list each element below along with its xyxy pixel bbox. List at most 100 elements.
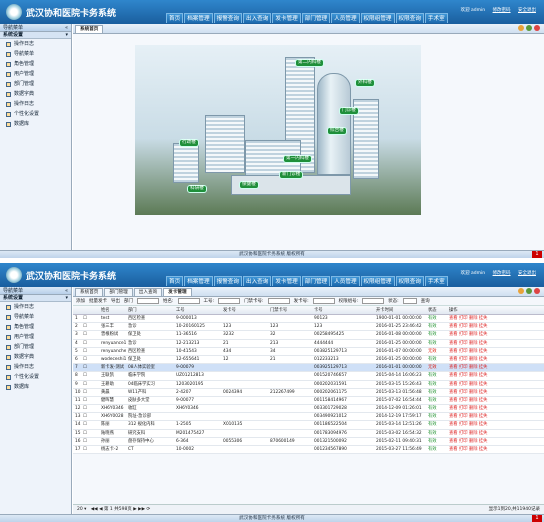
row-checkbox[interactable]: ☐ — [81, 438, 99, 445]
logout-link[interactable]: 安全退出 — [518, 8, 536, 13]
sidebar-item[interactable]: 部门管理 — [0, 342, 71, 352]
nav-archive[interactable]: 档案管理 — [184, 276, 213, 286]
row-actions[interactable]: 查看 打印 删除 挂失 — [447, 323, 492, 330]
row-checkbox[interactable]: ☐ — [81, 405, 99, 412]
batch-issue-button[interactable]: 批量发卡 — [89, 298, 107, 304]
row-checkbox[interactable]: ☐ — [81, 389, 99, 396]
row-actions[interactable]: 查看 打印 删除 挂失 — [447, 430, 492, 437]
nav-surgery[interactable]: 手术室 — [424, 276, 448, 286]
table-row[interactable]: 2 ☐ 张三丰 急诊 10-20160125 123 123 123 2016-01-25 23… — [73, 323, 544, 332]
table-row[interactable]: 4 ☐ renyuance1 急诊 12-213213 21 213 4444444 2016-… — [73, 340, 544, 348]
name-input[interactable] — [177, 298, 200, 304]
tab-home[interactable]: 系统首页 — [75, 25, 104, 33]
row-actions[interactable]: 查看 打印 删除 挂失 — [447, 389, 492, 396]
sidebar-section[interactable]: 系统设置 ▾ — [0, 295, 71, 302]
refresh-icon[interactable] — [526, 25, 532, 31]
id-input[interactable] — [218, 298, 241, 304]
export-button[interactable]: 导出 — [111, 298, 120, 304]
dept-filter-input[interactable] — [137, 298, 159, 304]
row-checkbox[interactable]: ☐ — [81, 348, 99, 355]
table-row[interactable]: 5☐renyuancheshi西区检查 10-41543 434 34 00382512… — [73, 348, 544, 356]
row-checkbox[interactable]: ☐ — [81, 430, 99, 437]
row-actions[interactable]: 查看 打印 删除 挂失 — [447, 372, 492, 379]
page-input[interactable]: 1 — [110, 507, 113, 512]
nav-permgroup[interactable]: 权限组管理 — [360, 276, 395, 286]
change-password-link[interactable]: 修改密码 — [493, 8, 511, 13]
row-actions[interactable]: 查看 打印 删除 挂失 — [447, 356, 492, 363]
row-actions[interactable]: 查看 打印 删除 挂失 — [447, 364, 492, 371]
row-checkbox[interactable]: ☐ — [81, 315, 99, 322]
sidebar-item[interactable]: 数据字典 — [0, 352, 71, 362]
collapse-icon[interactable]: « — [65, 287, 68, 295]
nav-card[interactable]: 发卡管理 — [272, 276, 301, 286]
sidebar-item[interactable]: 角色管理 — [0, 322, 71, 332]
table-row[interactable]: 7 ☐ 新卡发-测试 08人体实验室 9-00079 003925129713 2016-0… — [73, 364, 544, 373]
row-checkbox[interactable]: ☐ — [81, 364, 99, 371]
sidebar-item[interactable]: 用户管理 — [0, 332, 71, 342]
chevron-icon[interactable]: ▾ — [65, 32, 68, 39]
chevron-icon[interactable]: ▾ — [65, 295, 68, 302]
nav-dept[interactable]: 部门管理 — [301, 276, 331, 286]
table-row[interactable]: 16 ☐ 孙丽 盘存保持中心 6-364 0055306 870600149 00132150… — [73, 438, 544, 446]
row-actions[interactable]: 查看 打印 删除 挂失 — [447, 315, 492, 322]
sidebar-item[interactable]: 角色管理 — [0, 59, 71, 69]
table-row[interactable]: 10 ☐ 黄晨 W11产科 2-4207 0024394 212267499 00020206… — [73, 389, 544, 397]
row-checkbox[interactable]: ☐ — [81, 413, 99, 420]
collapse-icon[interactable]: « — [65, 24, 68, 32]
nav-alarm[interactable]: 报警查询 — [213, 276, 242, 286]
row-checkbox[interactable]: ☐ — [81, 446, 99, 453]
sidebar-item[interactable]: 操作日志 — [0, 302, 71, 312]
row-actions[interactable]: 查看 打印 删除 挂失 — [447, 340, 492, 347]
nav-staff[interactable]: 人员管理 — [331, 13, 360, 23]
nav-home[interactable]: 首页 — [166, 13, 184, 23]
table-row[interactable]: 15 ☐ 陆晓燕 研究支科 M201475427 001783094976 2015-03-… — [73, 430, 544, 438]
row-checkbox[interactable]: ☐ — [81, 381, 99, 388]
row-checkbox[interactable]: ☐ — [81, 340, 99, 347]
tab-access[interactable]: 出入查询 — [133, 288, 163, 296]
nav-archive[interactable]: 档案管理 — [184, 13, 213, 23]
issue-input[interactable] — [312, 298, 335, 304]
nav-home[interactable]: 首页 — [166, 276, 184, 286]
sidebar-item[interactable]: 部门管理 — [0, 79, 71, 89]
group-input[interactable] — [362, 298, 385, 304]
nav-access[interactable]: 出入查询 — [242, 276, 272, 286]
table-row[interactable]: 6 ☐ wodeceshi1 保卫处 12-655641 12 21 012233213 201… — [73, 356, 544, 365]
sidebar-section[interactable]: 系统设置 ▾ — [0, 32, 71, 39]
logout-link[interactable]: 安全退出 — [518, 271, 536, 276]
nav-alarm[interactable]: 报警查询 — [213, 13, 242, 23]
table-row[interactable]: 1 ☐ test 西区检查 9-000013 90123 1900-01-01 00:00:… — [73, 315, 544, 324]
table-row[interactable]: 12 ☐ XH6Y0346 收缸 XH6Y0346 003301729028 2014-12… — [73, 405, 544, 414]
nav-permquery[interactable]: 权限查询 — [395, 276, 424, 286]
row-checkbox[interactable]: ☐ — [81, 356, 99, 363]
row-actions[interactable]: 查看 打印 删除 挂失 — [447, 331, 492, 338]
table-row[interactable]: 11 ☐ 健晖慧 皮肤多大堂 9-00077 001158414967 2015-07-02… — [73, 397, 544, 406]
sidebar-item[interactable]: 操作日志 — [0, 99, 71, 109]
nav-access[interactable]: 出入查询 — [242, 13, 272, 23]
row-actions[interactable]: 查看 打印 删除 挂失 — [447, 397, 492, 404]
nav-permquery[interactable]: 权限查询 — [395, 13, 424, 23]
nav-surgery[interactable]: 手术室 — [424, 13, 448, 23]
sidebar-item[interactable]: 用户管理 — [0, 69, 71, 79]
tab-card[interactable]: 发卡管理 — [163, 288, 192, 296]
table-row[interactable]: 8 ☐ 王联凯 临床学院 UZ01212813 001520746657 2015-04-1… — [73, 372, 544, 381]
refresh-icon[interactable] — [526, 288, 532, 294]
tab-home[interactable]: 系统首页 — [75, 288, 104, 296]
row-actions[interactable]: 查看 打印 删除 挂失 — [447, 413, 492, 420]
status-select[interactable] — [402, 298, 417, 304]
table-row[interactable]: 9 ☐ 王耕助 04临床学实习 1203020195 000202031591 2015-0… — [73, 381, 544, 389]
row-actions[interactable]: 查看 打印 删除 挂失 — [447, 438, 492, 445]
sidebar-item[interactable]: 操作日志 — [0, 39, 71, 49]
home-icon[interactable] — [518, 288, 524, 294]
nav-staff[interactable]: 人员管理 — [331, 276, 360, 286]
row-checkbox[interactable]: ☐ — [81, 397, 99, 404]
sidebar-item[interactable]: 数据库 — [0, 382, 71, 392]
sidebar-item[interactable]: 数据库 — [0, 119, 71, 129]
sidebar-item[interactable]: 导航菜单 — [0, 312, 71, 322]
nav-card[interactable]: 发卡管理 — [272, 13, 301, 23]
table-row[interactable]: 3 ☐ 曾根粉试 保卫处 11-36516 3232 32 00258495425 2016-0… — [73, 331, 544, 340]
search-button[interactable]: 查询 — [421, 298, 430, 304]
table-row[interactable]: 14 ☐ 陈丽 312 规化内科 1-2505 X010135 001186522504 20… — [73, 421, 544, 430]
page-size-select[interactable]: 20 — [77, 507, 83, 512]
sidebar-item[interactable]: 数据字典 — [0, 89, 71, 99]
next-page-icon[interactable]: ▶ ▶▶ ⟳ — [133, 507, 150, 512]
